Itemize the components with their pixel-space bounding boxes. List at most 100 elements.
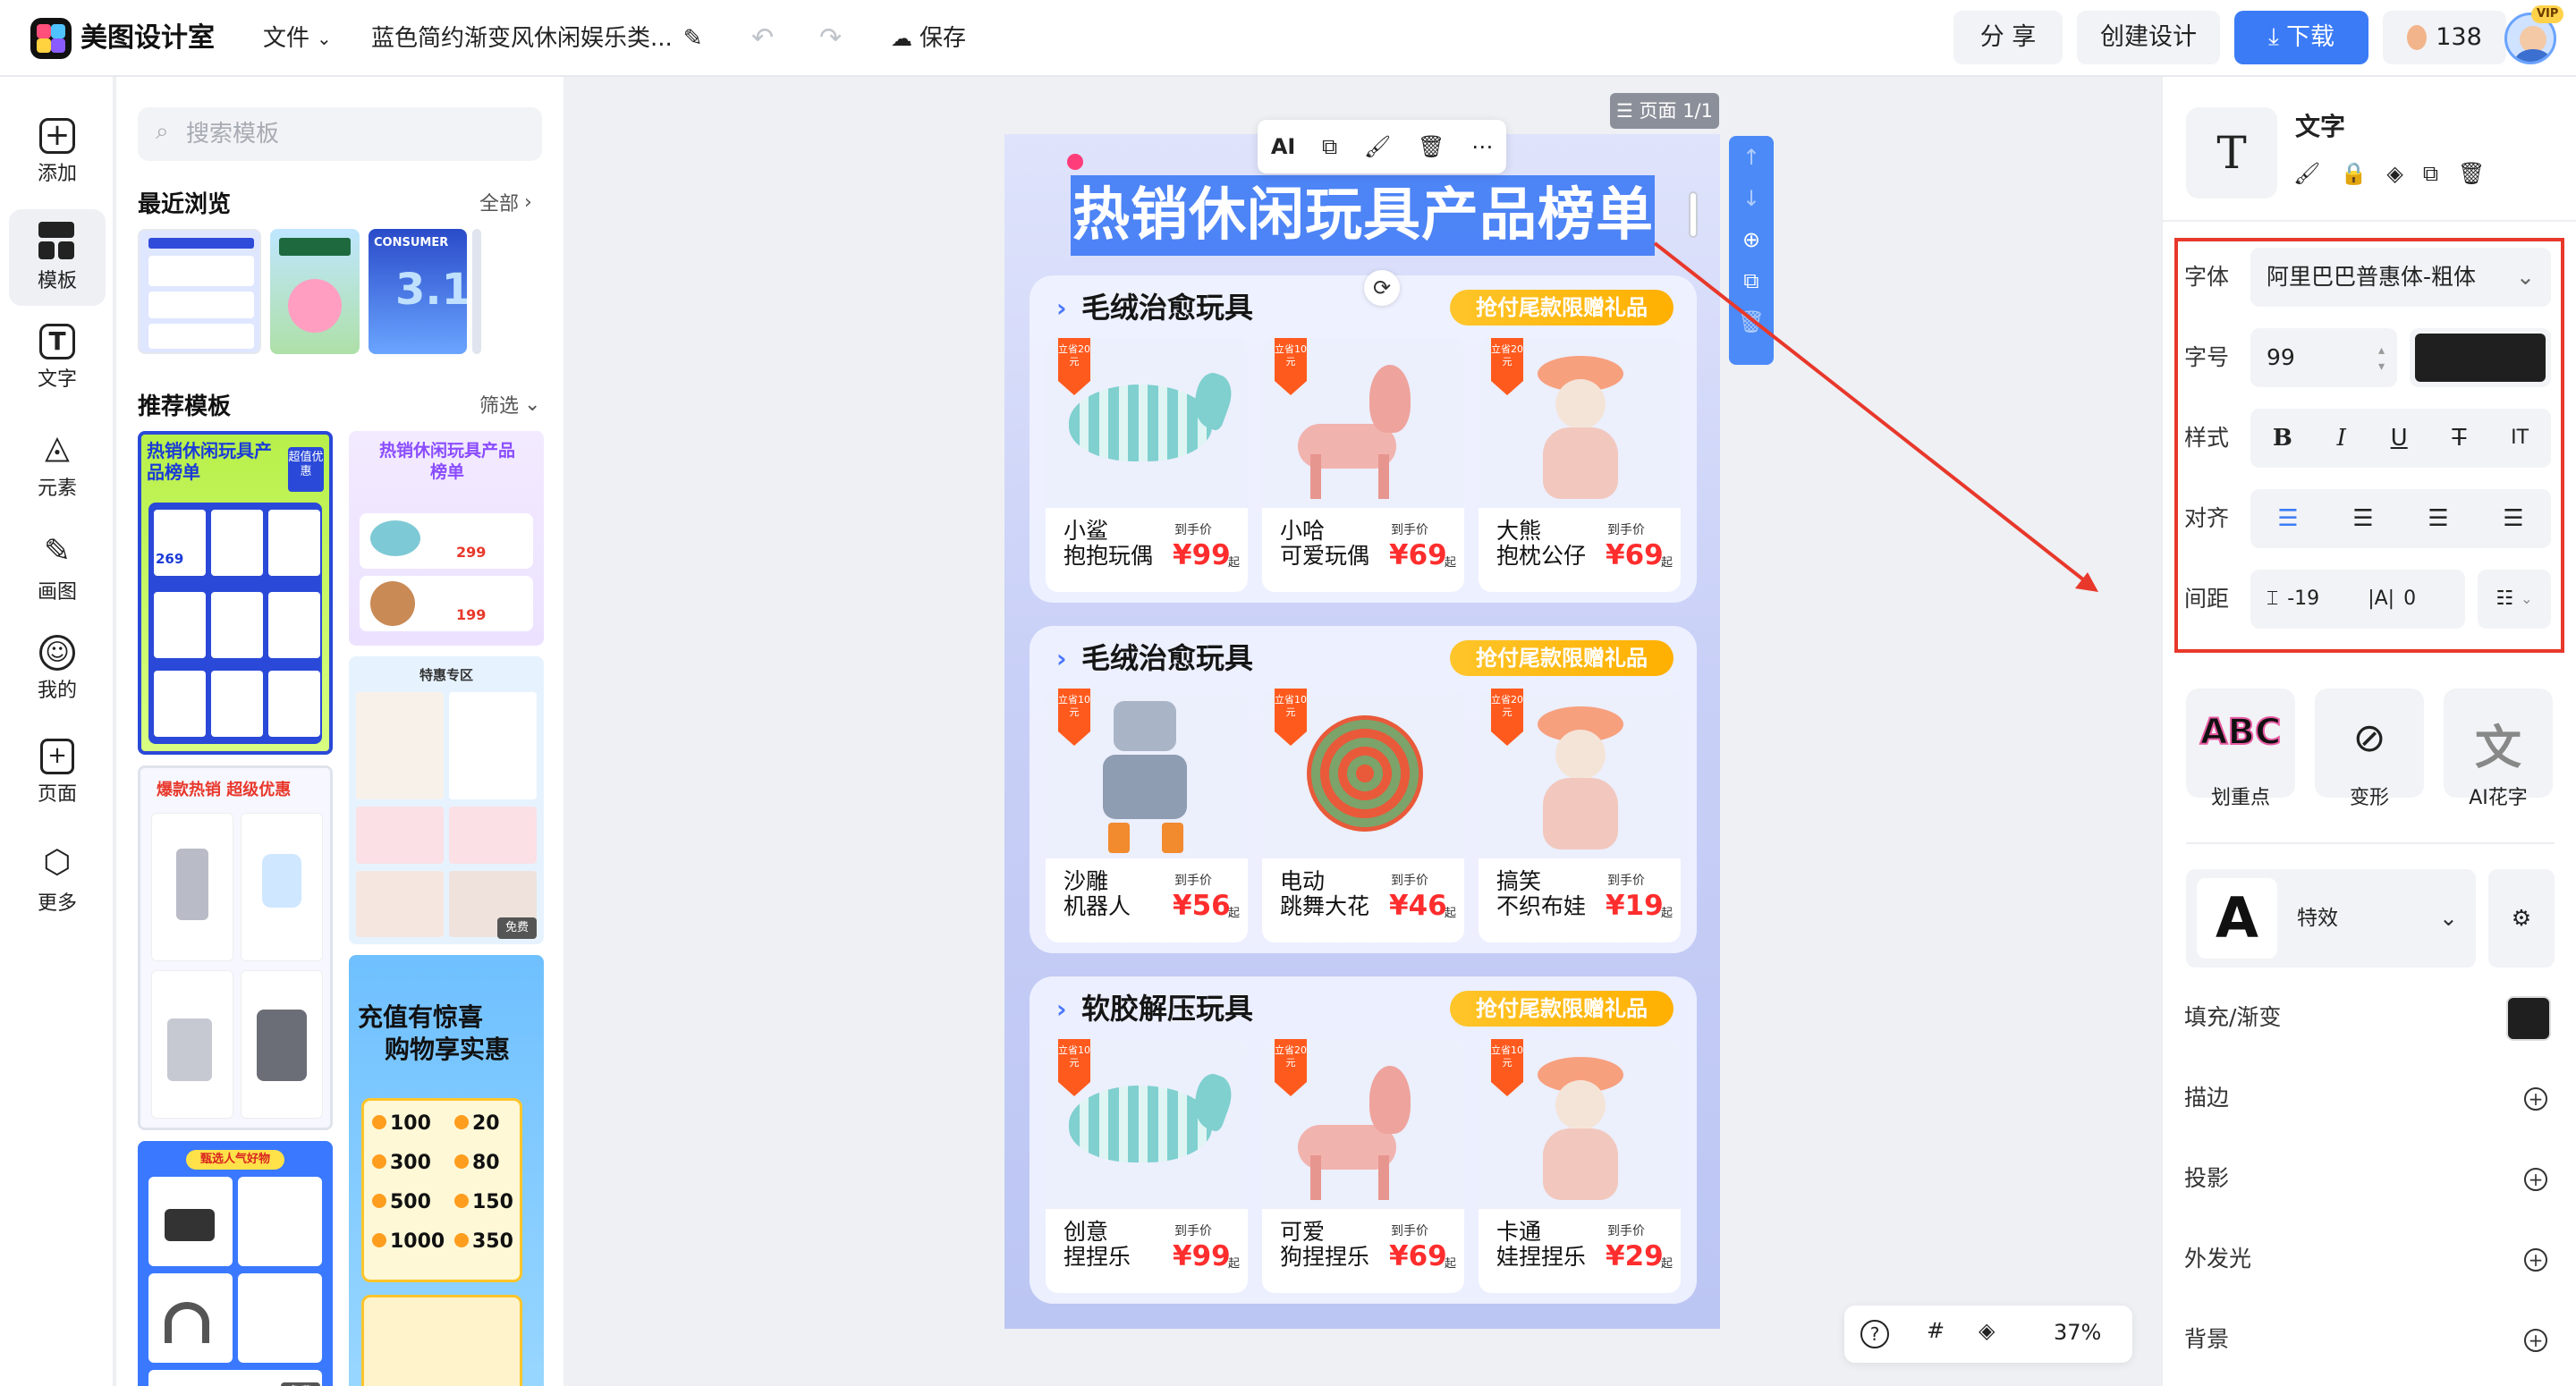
section-tag[interactable]: 抢付尾款限赠礼品 <box>1450 290 1674 325</box>
product-card[interactable]: 立省20元 搞笑 不织布娃 到手价 ¥19 起 <box>1479 689 1681 942</box>
recent-thumb[interactable]: CONSUMER 3.15 <box>369 229 467 354</box>
move-down-icon[interactable]: ↓ <box>1729 186 1774 211</box>
rail-item-mine[interactable]: ☺ 我的 <box>9 624 106 721</box>
product-name-line1: 电动 <box>1280 868 1326 894</box>
free-badge: 免费 <box>281 1382 320 1386</box>
recent-all-link[interactable]: 全部 › <box>479 188 532 216</box>
poster-section[interactable]: › 毛绒治愈玩具 抢付尾款限赠礼品 立省20元 小鲨 抱抱玩偶 到手价 ¥99 起立省10元 小哈… <box>1030 275 1697 603</box>
recent-thumb[interactable] <box>472 229 481 354</box>
poster-canvas[interactable]: › 毛绒治愈玩具 抢付尾款限赠礼品 立省20元 小鲨 抱抱玩偶 到手价 ¥99 起立省10元 小哈… <box>1004 134 1720 1329</box>
template-thumb[interactable]: 充值有惊喜 购物享实惠 100 20 300 80 500 150 1000 350 <box>349 955 544 1386</box>
redo-icon[interactable]: ↷ <box>819 20 842 57</box>
template-thumb[interactable]: 热销休闲玩具产品榜单 超值优惠 269 <box>138 431 333 755</box>
product-name-line1: 创意 <box>1063 1219 1109 1245</box>
price-suffix: 起 <box>1445 556 1457 570</box>
resize-handle-right[interactable] <box>1689 191 1698 238</box>
effect-settings-button[interactable]: ⚙ <box>2488 869 2555 968</box>
fill-color-swatch[interactable] <box>2506 996 2551 1041</box>
template-thumb[interactable]: 爆款热销 超级优惠 <box>138 765 333 1130</box>
product-card[interactable]: 立省10元 卡通 娃捏捏乐 到手价 ¥29 起 <box>1479 1039 1681 1293</box>
product-name-line1: 小鲨 <box>1063 518 1109 544</box>
template-thumb-title: 特惠专区 <box>419 667 473 683</box>
filter-dropdown[interactable]: 筛选 ⌄ <box>479 390 540 418</box>
price-label: 到手价 <box>1607 523 1645 537</box>
poster-title[interactable]: 热销休闲玩具产品榜单 <box>1072 179 1655 252</box>
product-price: ¥19 <box>1606 890 1664 922</box>
share-button[interactable]: 分 享 <box>1953 11 2063 64</box>
document-title-text: 蓝色简约渐变风休闲娱乐类... <box>371 25 673 52</box>
section-title[interactable]: 软胶解压玩具 <box>1081 989 1253 1028</box>
free-badge: 免费 <box>497 917 537 939</box>
rail-item-add[interactable]: + 添加 <box>9 107 106 204</box>
product-card[interactable]: 立省10元 电动 跳舞大花 到手价 ¥46 起 <box>1262 689 1464 942</box>
chevron-down-icon: ⌄ <box>524 393 541 416</box>
add-stroke-icon[interactable]: + <box>2524 1087 2547 1111</box>
product-card[interactable]: 立省10元 小哈 可爱玩偶 到手价 ¥69 起 <box>1262 338 1464 592</box>
layers-icon[interactable]: ◈ <box>1979 1318 1995 1343</box>
product-name-line2: 机器人 <box>1063 893 1131 919</box>
create-design-button[interactable]: 创建设计 <box>2077 11 2220 64</box>
copy-icon[interactable]: ⧉ <box>1322 134 1337 159</box>
page-badge-text: 页面 1/1 <box>1639 100 1713 122</box>
template-thumb[interactable]: 甄选人气好物 免费 <box>138 1141 333 1386</box>
template-icon <box>37 220 78 261</box>
add-glow-icon[interactable]: + <box>2524 1248 2547 1272</box>
format-painter-icon[interactable]: 🖌 <box>2293 161 2320 186</box>
rail-item-more[interactable]: ⬡ 更多 <box>9 832 106 928</box>
product-name-line1: 可爱 <box>1280 1219 1326 1245</box>
edit-icon[interactable]: ✎ <box>683 20 703 57</box>
rail-item-page[interactable]: + 页面 <box>9 728 106 824</box>
undo-icon[interactable]: ↶ <box>751 20 774 57</box>
poster-section[interactable]: › 软胶解压玩具 抢付尾款限赠礼品 立省10元 创意 捏捏乐 到手价 ¥99 起立省20元 可爱狗… <box>1030 976 1697 1304</box>
search-input[interactable]: 搜索模板 <box>138 107 542 161</box>
rail-item-label: 画图 <box>37 581 77 604</box>
glow-label: 外发光 <box>2184 1246 2252 1272</box>
zoom-level[interactable]: 37% <box>2054 1320 2101 1345</box>
document-title[interactable]: 蓝色简约渐变风休闲娱乐类... ✎ <box>371 20 703 57</box>
rail-item-draw[interactable]: ✎ 画图 <box>9 520 106 617</box>
add-shadow-icon[interactable]: + <box>2524 1168 2547 1191</box>
lock-icon[interactable]: 🔒 <box>2340 161 2367 186</box>
template-thumb[interactable]: 特惠专区 免费 <box>349 656 544 944</box>
rotate-icon[interactable]: ⟳ <box>1364 270 1400 306</box>
product-card[interactable]: 立省20元 小鲨 抱抱玩偶 到手价 ¥99 起 <box>1046 338 1248 592</box>
section-tag[interactable]: 抢付尾款限赠礼品 <box>1450 640 1674 676</box>
rotate-anchor-handle[interactable] <box>1067 154 1083 170</box>
recent-thumb[interactable] <box>270 229 360 354</box>
poster-section[interactable]: › 毛绒治愈玩具 抢付尾款限赠礼品 立省10元 沙雕 机器人 到手价 ¥56 起立省10元 电动跳… <box>1030 626 1697 953</box>
credits-button[interactable]: 138 <box>2383 11 2506 64</box>
section-title[interactable]: 毛绒治愈玩具 <box>1081 288 1253 327</box>
more-icon[interactable]: ⋯ <box>1471 134 1493 159</box>
file-menu[interactable]: 文件 ⌄ <box>263 20 332 57</box>
ai-button[interactable]: AI <box>1271 134 1296 159</box>
add-background-icon[interactable]: + <box>2524 1329 2547 1352</box>
effect-select[interactable]: A 特效 ⌄ <box>2186 869 2476 968</box>
copy-icon[interactable]: ⧉ <box>2423 161 2438 186</box>
rail-item-elements[interactable]: ◬ 元素 <box>9 417 106 513</box>
help-icon[interactable]: ? <box>1860 1320 1889 1348</box>
trash-icon[interactable]: 🗑 <box>2458 161 2485 186</box>
recharge-amount: 500 <box>390 1191 431 1213</box>
format-painter-icon[interactable]: 🖌 <box>1364 134 1391 159</box>
rail-item-text[interactable]: T 文字 <box>9 313 106 410</box>
layer-icon[interactable]: ◈ <box>2386 161 2402 186</box>
page-badge[interactable]: ☰ 页面 1/1 <box>1610 93 1719 129</box>
ai-art-text-label: AI花字 <box>2469 787 2528 809</box>
move-up-icon[interactable]: ↑ <box>1729 145 1774 170</box>
product-card[interactable]: 立省10元 创意 捏捏乐 到手价 ¥99 起 <box>1046 1039 1248 1293</box>
grid-icon[interactable]: # <box>1927 1318 1945 1343</box>
section-title[interactable]: 毛绒治愈玩具 <box>1081 638 1253 678</box>
recent-thumb[interactable] <box>138 229 261 354</box>
discount-ribbon: 立省20元 <box>1058 338 1090 395</box>
effect-label: 特效 <box>2297 907 2338 930</box>
product-card[interactable]: 立省20元 可爱 狗捏捏乐 到手价 ¥69 起 <box>1262 1039 1464 1293</box>
rail-item-template[interactable]: 模板 <box>9 209 106 306</box>
template-thumb[interactable]: 热销休闲玩具产品榜单 299 199 <box>349 431 544 646</box>
save-button[interactable]: ☁ 保存 <box>891 20 966 57</box>
trash-icon[interactable]: 🗑 <box>1418 134 1445 159</box>
logo-icon <box>30 18 72 59</box>
product-card[interactable]: 立省10元 沙雕 机器人 到手价 ¥56 起 <box>1046 689 1248 942</box>
section-tag[interactable]: 抢付尾款限赠礼品 <box>1450 991 1674 1027</box>
divider <box>2163 220 2576 222</box>
download-button[interactable]: ⤓ 下载 <box>2234 11 2368 64</box>
